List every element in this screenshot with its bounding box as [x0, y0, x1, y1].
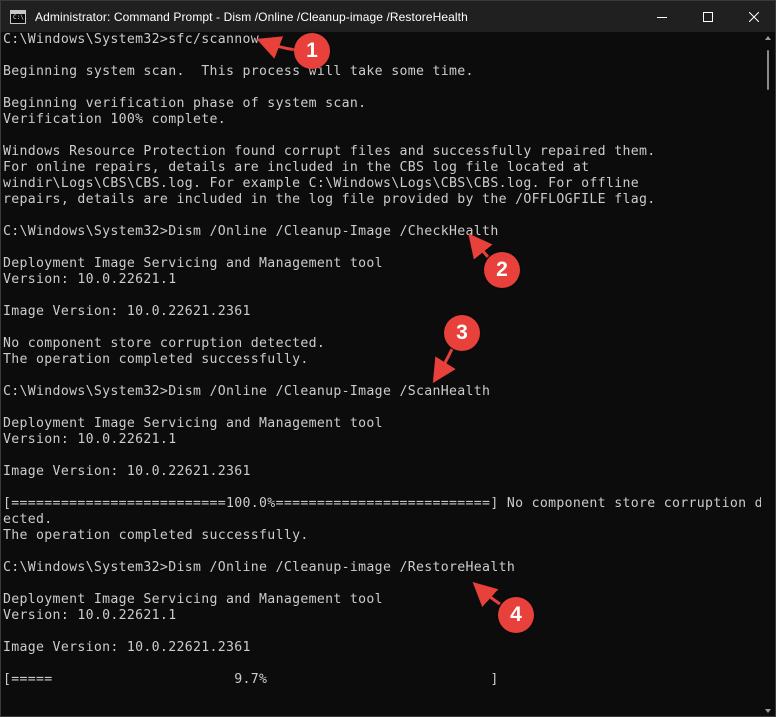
- vertical-scrollbar[interactable]: [761, 32, 775, 716]
- console-line: Beginning verification phase of system s…: [3, 96, 367, 111]
- scroll-thumb[interactable]: [767, 50, 769, 90]
- console-line: ected.: [3, 512, 53, 527]
- console-line: windir\Logs\CBS\CBS.log. For example C:\…: [3, 176, 639, 191]
- console-line: [==========================100.0%=======…: [3, 496, 761, 511]
- console-line: Image Version: 10.0.22621.2361: [3, 304, 251, 319]
- scroll-up-arrow-icon[interactable]: [765, 36, 771, 40]
- console-line: Image Version: 10.0.22621.2361: [3, 640, 251, 655]
- console-line: Deployment Image Servicing and Managemen…: [3, 592, 383, 607]
- maximize-icon: [703, 11, 713, 22]
- console-line: Deployment Image Servicing and Managemen…: [3, 416, 383, 431]
- console-line: Image Version: 10.0.22621.2361: [3, 464, 251, 479]
- console-line: [===== 9.7% ]: [3, 672, 499, 687]
- console-line: Version: 10.0.22621.1: [3, 608, 177, 623]
- console-output[interactable]: C:\Windows\System32>sfc/scannow Beginning…: [3, 32, 761, 716]
- console-line: Deployment Image Servicing and Managemen…: [3, 256, 383, 271]
- console-line: C:\Windows\System32>Dism /Online /Cleanu…: [3, 224, 499, 239]
- console-line: C:\Windows\System32>Dism /Online /Cleanu…: [3, 560, 516, 575]
- minimize-icon: [657, 16, 667, 18]
- window-title: Administrator: Command Prompt - Dism /On…: [35, 9, 468, 24]
- console-line: No component store corruption detected.: [3, 336, 326, 351]
- maximize-button[interactable]: [685, 1, 731, 32]
- console-line: The operation completed successfully.: [3, 352, 309, 367]
- console-line: Version: 10.0.22621.1: [3, 272, 177, 287]
- close-icon: [749, 11, 759, 22]
- console-line: The operation completed successfully.: [3, 528, 309, 543]
- console-line: repairs, details are included in the log…: [3, 192, 656, 207]
- minimize-button[interactable]: [639, 1, 685, 32]
- console-line: C:\Windows\System32>sfc/scannow: [3, 32, 260, 47]
- command-prompt-window: C:\. Administrator: Command Prompt - Dis…: [0, 0, 776, 717]
- scroll-down-arrow-icon[interactable]: [765, 709, 771, 713]
- console-line: Version: 10.0.22621.1: [3, 432, 177, 447]
- close-button[interactable]: [731, 1, 775, 32]
- console-line: C:\Windows\System32>Dism /Online /Cleanu…: [3, 384, 491, 399]
- title-bar[interactable]: C:\. Administrator: Command Prompt - Dis…: [1, 1, 775, 32]
- console-line: For online repairs, details are included…: [3, 160, 590, 175]
- console-line: Windows Resource Protection found corrup…: [3, 144, 656, 159]
- console-line: Beginning system scan. This process will…: [3, 64, 474, 79]
- console-line: Verification 100% complete.: [3, 112, 227, 127]
- app-icon-text: C:\.: [13, 13, 28, 21]
- command-prompt-icon: C:\.: [10, 9, 28, 24]
